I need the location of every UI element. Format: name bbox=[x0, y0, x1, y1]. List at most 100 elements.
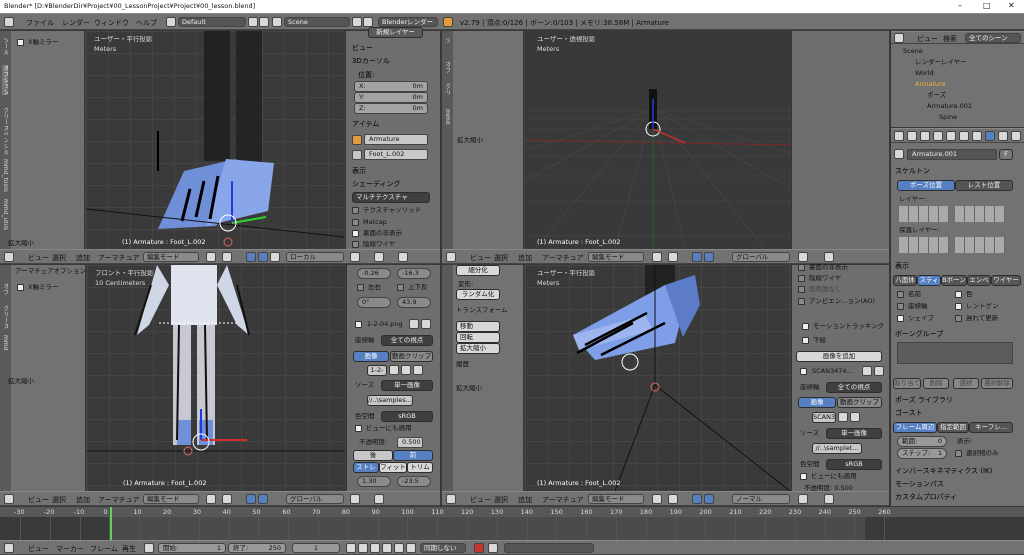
viewport-bottom-left[interactable]: フロント・平行投影 10 Centimeters (1) Armature : … bbox=[87, 265, 345, 491]
snap-icon-bl[interactable] bbox=[374, 494, 384, 504]
display-bbone-button[interactable]: Bボーン bbox=[941, 275, 967, 286]
new-layer-button[interactable]: 新規レイヤー bbox=[368, 27, 423, 38]
bone-name-field[interactable]: Foot_L.002 bbox=[364, 149, 428, 160]
custom-properties-panel-header[interactable]: カスタムプロパティ bbox=[895, 492, 957, 502]
image-path-field[interactable]: //..\samples... bbox=[367, 395, 413, 406]
br-image-path-field[interactable]: //..\samplet... bbox=[812, 443, 862, 454]
view-panel-header[interactable]: ビュー bbox=[352, 43, 373, 53]
hide-bg-icon[interactable] bbox=[409, 319, 419, 329]
bg-scale-x-field[interactable]: 1.30 bbox=[357, 476, 391, 487]
br-colorspace-select[interactable]: sRGB bbox=[826, 459, 882, 470]
timeline-marker-menu[interactable]: マーカー bbox=[56, 544, 84, 554]
item-panel-header[interactable]: アイテム bbox=[352, 119, 379, 129]
render-engine-select[interactable]: Blenderレンダー bbox=[378, 17, 438, 27]
pose-library-panel-header[interactable]: ポーズ ライブラリ bbox=[895, 395, 953, 405]
timeline[interactable]: -30 -20 -10 0 10 20 30 40 50 60 70 80 90 100 110 120 130… bbox=[0, 507, 1024, 540]
snap-icon[interactable] bbox=[374, 252, 384, 262]
world-tab-icon[interactable] bbox=[933, 131, 943, 141]
selected-only-checkbox[interactable] bbox=[955, 450, 962, 457]
bone-groups-panel-header[interactable]: ボーングループ bbox=[895, 329, 943, 339]
bg-image-short-field[interactable]: 1-2- bbox=[367, 365, 387, 376]
next-keyframe-icon[interactable] bbox=[394, 543, 404, 553]
constraints-tab-icon[interactable] bbox=[959, 131, 969, 141]
manipulator-icon[interactable] bbox=[246, 252, 256, 262]
stretch-button[interactable]: ストレ bbox=[353, 462, 379, 473]
layer-icon-br[interactable] bbox=[798, 494, 808, 504]
ghost-range-button[interactable]: 指定範囲 bbox=[937, 422, 969, 433]
preview-range-icon[interactable] bbox=[144, 543, 154, 553]
vh-br-armature[interactable]: アーマチュア bbox=[542, 495, 583, 505]
protected-layers-grid[interactable] bbox=[899, 237, 949, 253]
assign-bone-group-button[interactable]: 割り当て bbox=[893, 378, 921, 389]
pivot-icon-bl[interactable] bbox=[222, 494, 232, 504]
minimize-button[interactable]: – bbox=[958, 2, 962, 10]
tab-tr-tools[interactable]: ツ bbox=[444, 37, 450, 43]
remove-bg-icon[interactable] bbox=[421, 319, 431, 329]
background-images-header[interactable]: 下絵 bbox=[813, 337, 826, 344]
scene-select[interactable]: Scene bbox=[284, 17, 350, 27]
scale-panel-label-tr[interactable]: 拡大縮小 bbox=[457, 137, 483, 144]
shading-icon-tr[interactable] bbox=[652, 252, 662, 262]
backface-culling-checkbox[interactable] bbox=[352, 230, 359, 237]
bg-offset-x-field[interactable]: -0.26 bbox=[357, 268, 391, 279]
br-hidden-wire-checkbox[interactable] bbox=[798, 275, 805, 282]
shading-icon[interactable] bbox=[206, 252, 216, 262]
viewport-bottom-right[interactable]: ユーザー・平行投影 Meters (1) Armature : Foot_L.0… bbox=[525, 265, 790, 491]
colorspace-select[interactable]: sRGB bbox=[381, 411, 433, 422]
manipulator-icon-br[interactable] bbox=[692, 494, 702, 504]
add-layout-icon[interactable] bbox=[248, 17, 258, 27]
vh-br-mode[interactable]: 編集モード bbox=[588, 494, 644, 504]
scale-panel-label[interactable]: 拡大縮小 bbox=[8, 240, 34, 247]
vh-bl-mode[interactable]: 編集モード bbox=[143, 494, 199, 504]
vh-tl-armature[interactable]: アーマチュア bbox=[98, 253, 139, 263]
tab-grease-pencil[interactable]: グリースペンシル bbox=[2, 107, 8, 155]
vh-tr-mode[interactable]: 編集モード bbox=[588, 252, 644, 262]
x-mirror-checkbox-bl[interactable] bbox=[17, 284, 24, 291]
pose-position-button[interactable]: ポーズ位置 bbox=[897, 180, 955, 191]
br-bg-enable-checkbox[interactable] bbox=[800, 368, 807, 375]
jump-start-icon[interactable] bbox=[346, 543, 356, 553]
tab-mmd-utils[interactable]: mmd_utils bbox=[2, 199, 8, 230]
ghost-step-field[interactable]: ステップ: 1 bbox=[897, 448, 947, 459]
manipulator-icon-bl[interactable] bbox=[246, 494, 256, 504]
timeline-editor-icon[interactable] bbox=[4, 543, 14, 553]
vh-br-add[interactable]: 追加 bbox=[518, 495, 532, 505]
outliner-item-spine[interactable]: Spine bbox=[891, 111, 1024, 123]
outliner-search-menu[interactable]: 検索 bbox=[943, 34, 957, 44]
render-preview-icon[interactable] bbox=[398, 252, 408, 262]
armature-data-tab-icon[interactable] bbox=[985, 131, 995, 141]
br-unlink-image-icon[interactable] bbox=[850, 412, 860, 422]
transform-panel-header[interactable]: トランスフォーム bbox=[456, 307, 508, 314]
br-backface-checkbox[interactable] bbox=[798, 264, 805, 271]
vh-bl-add[interactable]: 追加 bbox=[76, 495, 90, 505]
add-image-button[interactable]: 画像を追加 bbox=[796, 351, 882, 362]
move-button[interactable]: 移動 bbox=[456, 321, 500, 332]
snap-icon-tr[interactable] bbox=[824, 252, 834, 262]
close-button[interactable]: ✕ bbox=[1008, 2, 1015, 10]
bone-groups-list[interactable] bbox=[897, 342, 1013, 364]
maximize-button[interactable]: □ bbox=[983, 2, 991, 10]
layer-icon-bl[interactable] bbox=[350, 494, 360, 504]
vh-tr-select[interactable]: 選択 bbox=[494, 253, 508, 263]
editor-type-icon-tl[interactable] bbox=[4, 252, 14, 262]
motion-tracking-header[interactable]: モーショントラッキング bbox=[813, 323, 884, 330]
menu-file[interactable]: ファイル bbox=[26, 18, 54, 28]
rotate-button[interactable]: 回転 bbox=[456, 332, 500, 343]
keying-set-icon[interactable] bbox=[488, 543, 498, 553]
render-tab-icon[interactable] bbox=[894, 131, 904, 141]
source-select[interactable]: 単一画像 bbox=[381, 380, 433, 391]
ghost-panel-header[interactable]: ゴースト bbox=[895, 408, 923, 418]
vh-bl-view[interactable]: ビュー bbox=[28, 495, 49, 505]
protected-layers-grid-2[interactable] bbox=[955, 237, 1005, 253]
fake-user-button[interactable]: F bbox=[999, 149, 1013, 160]
bg-axis-select[interactable]: 全ての視点 bbox=[381, 335, 433, 346]
editor-type-icon-br[interactable] bbox=[446, 494, 456, 504]
show-axes-checkbox[interactable] bbox=[897, 303, 904, 310]
keying-set-select[interactable] bbox=[504, 543, 594, 553]
shading-panel-header[interactable]: シェーディング bbox=[352, 179, 401, 189]
vh-tr-armature[interactable]: アーマチュア bbox=[542, 253, 583, 263]
br-image-short-field[interactable]: SCAN3 bbox=[812, 412, 836, 423]
pivot-icon-br[interactable] bbox=[668, 494, 678, 504]
vh-tr-view[interactable]: ビュー bbox=[470, 253, 491, 263]
show-shapes-checkbox[interactable] bbox=[897, 315, 904, 322]
